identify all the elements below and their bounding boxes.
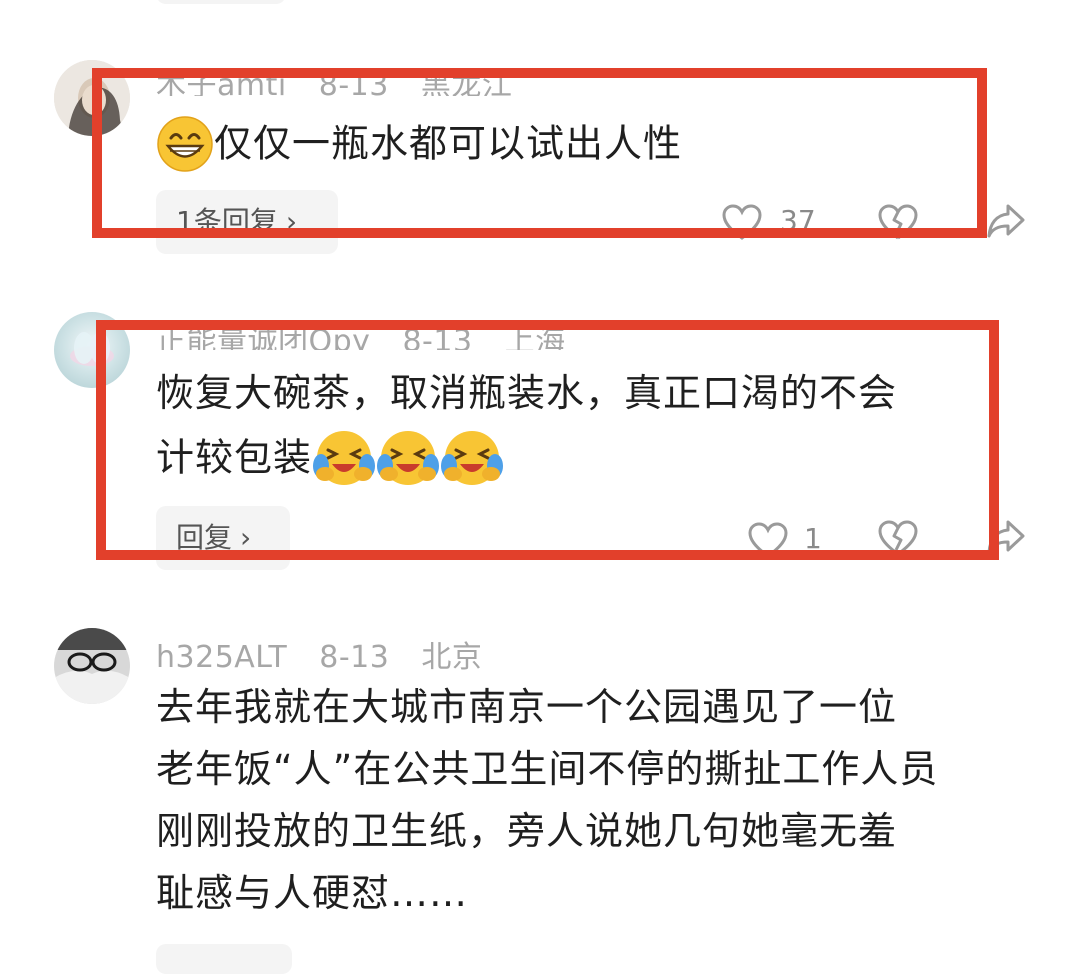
avatar[interactable] (54, 628, 130, 704)
comment-text: 去年我就在大城市南京一个公园遇见了一位 老年饭“人”在公共卫生间不停的撕扯工作人… (156, 676, 938, 924)
share-button[interactable] (986, 202, 1026, 240)
comment-text-line: 耻感与人硬怼…… (156, 871, 469, 915)
comment-date: 8-13 (319, 640, 390, 675)
comment-meta: h325ALT 8-13 北京 (156, 632, 504, 676)
share-arrow-icon (987, 204, 1025, 238)
highlight-box (96, 320, 999, 560)
reply-pill-next[interactable] (156, 944, 292, 974)
comment-text-line: 刚刚投放的卫生纸，旁人说她几句她毫无羞 (156, 809, 898, 853)
avatar-image (54, 628, 130, 704)
reply-pill-previous[interactable] (156, 0, 286, 4)
comment-text-line: 老年饭“人”在公共卫生间不停的撕扯工作人员 (156, 747, 939, 791)
highlight-box (92, 68, 987, 238)
username[interactable]: h325ALT (156, 640, 287, 675)
comment-location: 北京 (421, 640, 483, 675)
comment-text-line: 去年我就在大城市南京一个公园遇见了一位 (156, 685, 898, 729)
